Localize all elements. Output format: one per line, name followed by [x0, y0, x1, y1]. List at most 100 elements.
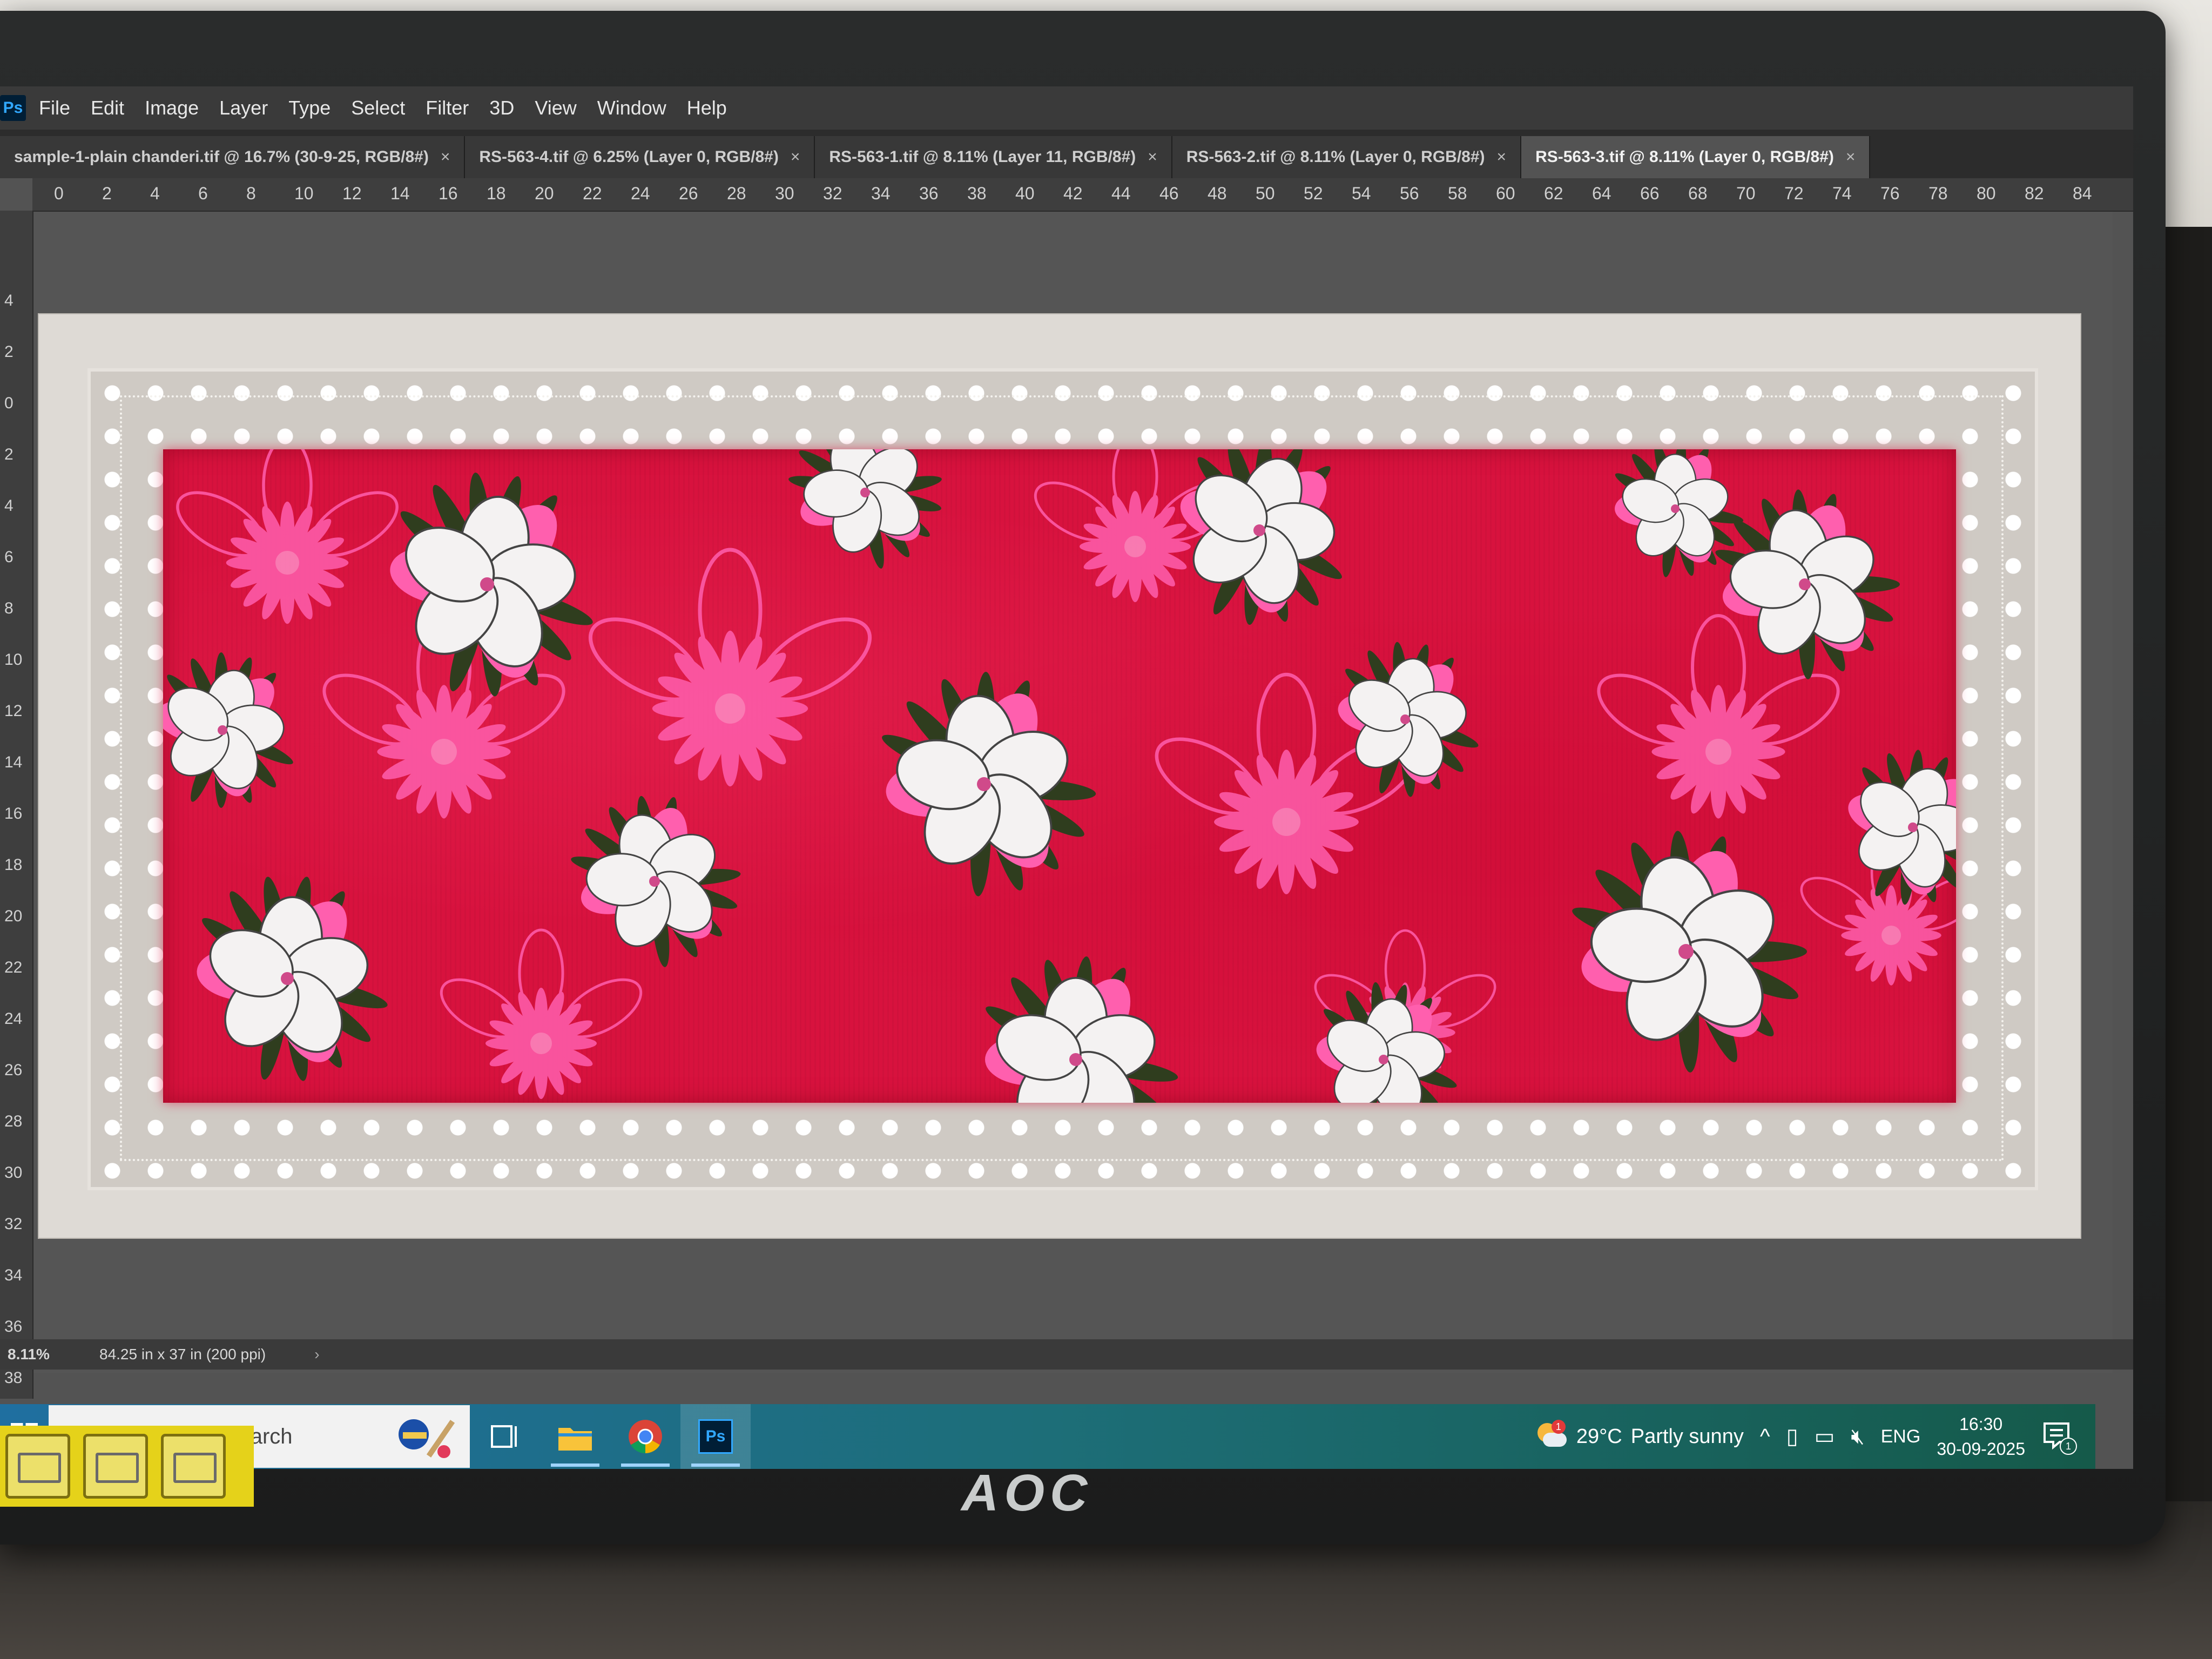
system-clock[interactable]: 16:30 30-09-2025 — [1937, 1412, 2025, 1461]
sticker-icon — [5, 1434, 70, 1499]
floral-pattern-artwork — [163, 449, 1956, 1103]
ruler-tick-label: 14 — [390, 184, 410, 203]
tab-label: RS-563-3.tif @ 8.11% (Layer 0, RGB/8#) — [1535, 148, 1834, 166]
white-hibiscus-motif — [882, 672, 1096, 896]
tab-rs-563-4[interactable]: RS-563-4.tif @ 6.25% (Layer 0, RGB/8#) × — [465, 136, 815, 178]
ruler-tick-label: 0 — [4, 394, 14, 412]
ruler-tick-label: 84 — [2073, 184, 2092, 203]
task-view-icon[interactable] — [470, 1404, 540, 1469]
clock-time: 16:30 — [1959, 1414, 2003, 1434]
menu-layer[interactable]: Layer — [219, 97, 268, 119]
ruler-tick-label: 6 — [4, 548, 14, 566]
menu-help[interactable]: Help — [687, 97, 727, 119]
ruler-tick-label: 22 — [4, 959, 23, 976]
tab-close-icon[interactable]: × — [441, 148, 450, 166]
menu-window[interactable]: Window — [597, 97, 666, 119]
tab-sample-1-plain-chanderi[interactable]: sample-1-plain chanderi.tif @ 16.7% (30-… — [0, 136, 466, 178]
tab-close-icon[interactable]: × — [1148, 148, 1157, 166]
monitor-frame: I2080SW Ps File Edit Image Layer Type Se… — [0, 11, 2166, 1545]
ruler-tick-label: 36 — [919, 184, 939, 203]
ruler-tick-label: 26 — [679, 184, 698, 203]
white-hibiscus-motif — [1848, 750, 1956, 905]
ruler-tick-label: 68 — [1688, 184, 1708, 203]
ruler-tick-label: 52 — [1304, 184, 1323, 203]
white-hibiscus-motif — [985, 956, 1178, 1103]
weather-condition: Partly sunny — [1630, 1425, 1744, 1448]
system-tray: 1 29°C Partly sunny ^ ▯ ▭ 🔇︎ ENG 16:30 3… — [1535, 1412, 2095, 1461]
ruler-tick-label: 72 — [1784, 184, 1804, 203]
menu-image[interactable]: Image — [145, 97, 199, 119]
ruler-tick-label: 30 — [4, 1164, 23, 1182]
notification-center-icon[interactable]: 1 — [2041, 1420, 2077, 1455]
ruler-tick-label: 18 — [4, 856, 23, 874]
chevron-up-icon[interactable]: ^ — [1760, 1425, 1770, 1449]
vertical-ruler[interactable]: 4 2 0 2 4 6 8 10 12 14 16 18 20 22 24 26 28 30 32 34 36 38 — [0, 211, 33, 1399]
photoshop-taskbar-icon[interactable]: Ps — [680, 1404, 751, 1469]
ruler-tick-label: 6 — [198, 184, 208, 203]
tab-label: RS-563-4.tif @ 6.25% (Layer 0, RGB/8#) — [479, 148, 779, 166]
tab-close-icon[interactable]: × — [1497, 148, 1507, 166]
ruler-tick-label: 42 — [1063, 184, 1083, 203]
tab-label: RS-563-1.tif @ 8.11% (Layer 11, RGB/8#) — [829, 148, 1136, 166]
windows-taskbar: Type here to search — [0, 1404, 2095, 1469]
menu-type[interactable]: Type — [288, 97, 331, 119]
ruler-tick-label: 20 — [4, 907, 23, 925]
meet-now-icon[interactable]: ▯ — [1786, 1424, 1798, 1449]
zoom-level[interactable]: 8.11% — [0, 1346, 99, 1363]
menu-3d[interactable]: 3D — [489, 97, 514, 119]
pink-dahlia-motif — [440, 928, 643, 1099]
ruler-tick-label: 30 — [775, 184, 794, 203]
menu-select[interactable]: Select — [351, 97, 405, 119]
menu-view[interactable]: View — [535, 97, 576, 119]
screen: Ps File Edit Image Layer Type Select Fil… — [0, 86, 2133, 1469]
ruler-tick-label: 50 — [1256, 184, 1275, 203]
ruler-tick-label: 34 — [871, 184, 891, 203]
ruler-tick-label: 28 — [4, 1112, 23, 1130]
tab-close-icon[interactable]: × — [1846, 148, 1856, 166]
menu-edit[interactable]: Edit — [91, 97, 124, 119]
white-hibiscus-motif — [197, 876, 388, 1081]
ruler-tick-label: 4 — [150, 184, 160, 203]
input-language[interactable]: ENG — [1881, 1426, 1921, 1447]
ruler-tick-label: 26 — [4, 1061, 23, 1079]
cricket-search-highlight-icon[interactable] — [392, 1413, 457, 1461]
network-icon[interactable]: ▭ — [1815, 1424, 1835, 1449]
ruler-tick-label: 0 — [54, 184, 64, 203]
ruler-tick-label: 4 — [4, 292, 14, 309]
document-canvas[interactable] — [39, 314, 2080, 1238]
photoshop-logo-icon[interactable]: Ps — [0, 95, 26, 121]
ruler-tick-label: 82 — [2025, 184, 2044, 203]
ruler-tick-label: 2 — [4, 446, 14, 463]
menu-file[interactable]: File — [39, 97, 70, 119]
ruler-tick-label: 8 — [4, 599, 14, 617]
ruler-tick-label: 12 — [342, 184, 362, 203]
white-hibiscus-motif — [571, 795, 741, 967]
weather-widget[interactable]: 1 29°C Partly sunny — [1535, 1420, 1744, 1450]
status-chevron-icon[interactable]: › — [314, 1346, 319, 1363]
menu-filter[interactable]: Filter — [426, 97, 469, 119]
canvas-area[interactable] — [33, 212, 2113, 1373]
tab-rs-563-3[interactable]: RS-563-3.tif @ 8.11% (Layer 0, RGB/8#) × — [1521, 136, 1871, 178]
tab-close-icon[interactable]: × — [791, 148, 800, 166]
white-hibiscus-motif — [163, 652, 293, 808]
ruler-tick-label: 66 — [1640, 184, 1660, 203]
ruler-tick-label: 36 — [4, 1318, 23, 1336]
white-hibiscus-motif — [1572, 831, 1807, 1073]
ruler-tick-label: 62 — [1544, 184, 1563, 203]
ruler-tick-label: 10 — [4, 651, 23, 669]
ruler-tick-label: 18 — [487, 184, 506, 203]
ruler-tick-label: 48 — [1208, 184, 1227, 203]
ruler-tick-label: 54 — [1352, 184, 1371, 203]
ruler-tick-label: 78 — [1928, 184, 1948, 203]
ruler-tick-label: 2 — [4, 343, 14, 361]
chrome-icon[interactable] — [610, 1404, 680, 1469]
volume-muted-icon[interactable]: 🔇︎ — [1851, 1425, 1864, 1449]
temperature: 29°C — [1576, 1425, 1622, 1448]
horizontal-ruler[interactable]: 0 2 4 6 8 10 12 14 16 18 20 22 24 26 28 30 32 34 36 38 40 42 4… — [32, 178, 2133, 212]
ruler-tick-label: 38 — [4, 1369, 23, 1387]
sticker-icon — [83, 1434, 148, 1499]
tab-rs-563-1[interactable]: RS-563-1.tif @ 8.11% (Layer 11, RGB/8#) … — [815, 136, 1172, 178]
notification-count: 1 — [2060, 1438, 2077, 1455]
tab-rs-563-2[interactable]: RS-563-2.tif @ 8.11% (Layer 0, RGB/8#) × — [1172, 136, 1522, 178]
file-explorer-icon[interactable] — [540, 1404, 610, 1469]
